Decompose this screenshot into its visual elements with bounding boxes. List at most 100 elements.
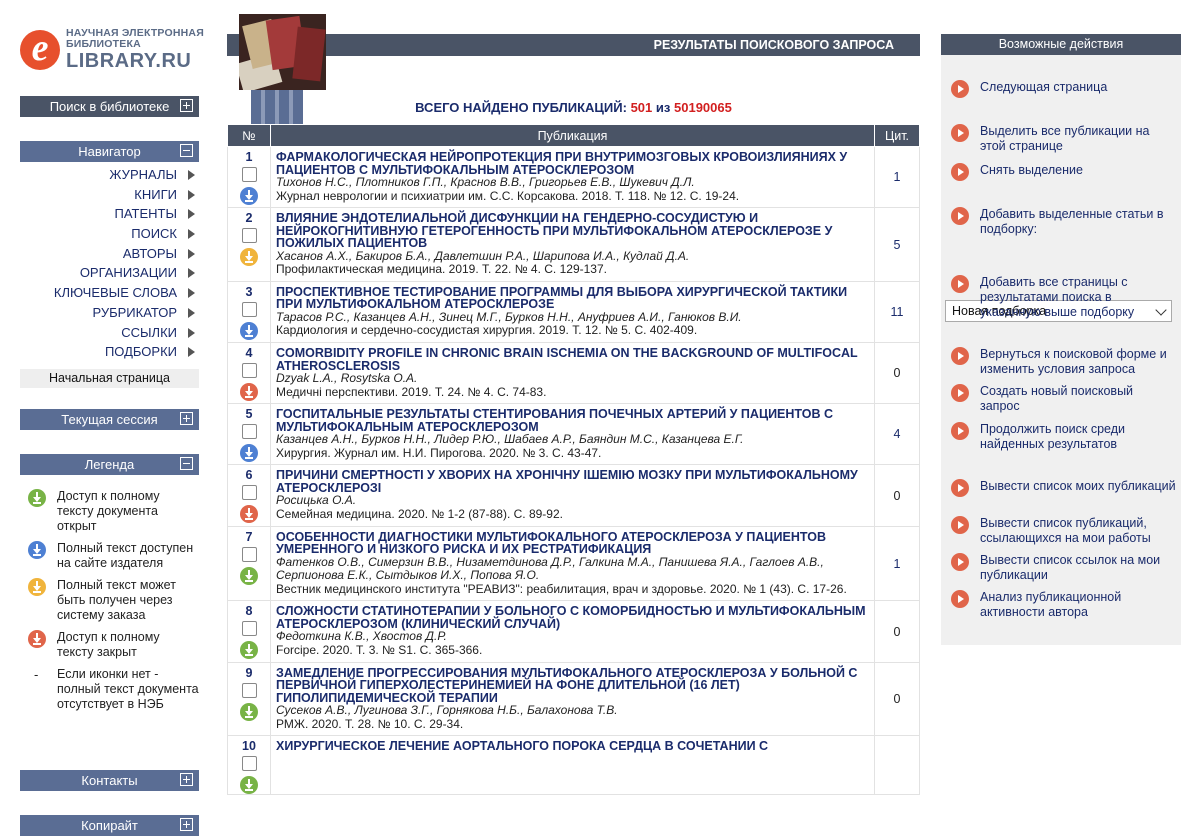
blue-download-icon[interactable] — [240, 444, 258, 463]
nav-item[interactable]: ОРГАНИЗАЦИИ — [20, 263, 199, 283]
current-session-header[interactable]: Текущая сессия — [20, 409, 199, 430]
arrow-right-icon — [951, 590, 969, 608]
red-download-icon[interactable] — [240, 505, 258, 524]
navigator-header[interactable]: Навигатор — [20, 141, 199, 162]
publication-title-link[interactable]: ВЛИЯНИЕ ЭНДОТЕЛИАЛЬНОЙ ДИСФУНКЦИИ НА ГЕН… — [276, 212, 870, 250]
collapse-icon[interactable] — [180, 144, 193, 157]
logo-e-icon: e — [20, 29, 60, 70]
green-download-icon[interactable] — [240, 566, 258, 585]
select-checkbox[interactable] — [241, 167, 257, 182]
citation-count: 0 — [874, 464, 920, 527]
select-checkbox[interactable] — [241, 756, 257, 772]
action-link[interactable]: Продолжить поиск среди найденных результ… — [951, 422, 1176, 452]
publication-authors: Росицька О.А. — [276, 493, 357, 508]
select-checkbox[interactable] — [241, 621, 257, 637]
legend-text: Доступ к полному тексту документа открыт — [57, 489, 160, 533]
action-link[interactable]: Вернуться к поисковой форме и изменить у… — [951, 347, 1176, 377]
publication-title-link[interactable]: ХИРУРГИЧЕСКОЕ ЛЕЧЕНИЕ АОРТАЛЬНОГО ПОРОКА… — [276, 740, 870, 753]
row-number-cell: 7 — [227, 525, 271, 602]
action-link[interactable]: Добавить все страницы с результатами пои… — [951, 275, 1176, 320]
row-number: 7 — [245, 529, 253, 544]
expand-icon[interactable] — [180, 412, 193, 425]
green-download-icon[interactable] — [240, 641, 258, 660]
citation-count[interactable]: 1 — [874, 525, 920, 602]
action-link[interactable]: Следующая страница — [951, 80, 1176, 98]
navigator-list: ЖУРНАЛЫ КНИГИ ПАТЕНТЫ ПОИСК АВТОРЫ ОРГАНИЗАЦИ… — [20, 162, 199, 362]
blue-download-icon[interactable] — [240, 321, 258, 340]
elibrary-logo[interactable]: e НАУЧНАЯ ЭЛЕКТРОННАЯ БИБЛИОТЕКА LIBRARY.… — [20, 24, 205, 74]
green-download-icon[interactable] — [240, 776, 258, 795]
nav-item[interactable]: ПОДБОРКИ — [20, 342, 199, 362]
row-number: 8 — [245, 604, 253, 619]
yellow-download-icon[interactable] — [240, 248, 258, 267]
publication-title-link[interactable]: ФАРМАКОЛОГИЧЕСКАЯ НЕЙРОПРОТЕКЦИЯ ПРИ ВНУ… — [276, 151, 870, 176]
table-row: 8 СЛОЖНОСТИ СТАТИНОТЕРАПИИ У БОЛЬНОГО С К… — [227, 600, 920, 663]
citation-count[interactable]: 11 — [874, 280, 920, 344]
legend-header[interactable]: Легенда — [20, 454, 199, 475]
blue-download-icon[interactable] — [240, 187, 258, 205]
publication-title-link[interactable]: ПРИЧИНИ СМЕРТНОСТІ У ХВОРИХ НА ХРОНІЧНУ … — [276, 469, 870, 494]
action-link[interactable]: Добавить выделенные статьи в подборку: — [951, 207, 1176, 237]
citation-count: 0 — [874, 600, 920, 663]
contacts-header[interactable]: Контакты — [20, 770, 199, 791]
select-checkbox[interactable] — [241, 228, 257, 244]
action-link[interactable]: Создать новый поисковый запрос — [951, 384, 1176, 414]
nav-item[interactable]: КНИГИ — [20, 185, 199, 205]
citation-count[interactable]: 4 — [874, 403, 920, 466]
row-number: 1 — [245, 150, 253, 164]
citation-count[interactable]: 5 — [874, 207, 920, 282]
nav-item[interactable]: ПАТЕНТЫ — [20, 204, 199, 224]
col-num: № — [227, 124, 271, 147]
collapse-icon[interactable] — [180, 457, 193, 470]
select-checkbox[interactable] — [241, 682, 257, 698]
copyright-header[interactable]: Копирайт — [20, 815, 199, 836]
action-link[interactable]: Снять выделение — [951, 163, 1176, 181]
logo-line2: БИБЛИОТЕКА — [66, 38, 141, 50]
action-link[interactable]: Вывести список моих публикаций — [951, 479, 1176, 497]
select-checkbox[interactable] — [241, 424, 257, 440]
yellow-download-icon — [28, 578, 46, 596]
legend-box: Легенда Доступ к полному тексту документ… — [20, 454, 199, 719]
select-checkbox[interactable] — [241, 485, 257, 501]
nav-item[interactable]: РУБРИКАТОР — [20, 303, 199, 323]
nav-item[interactable]: ССЫЛКИ — [20, 323, 199, 343]
nav-item[interactable]: ПОИСК — [20, 224, 199, 244]
expand-icon[interactable] — [180, 818, 193, 831]
publication-source: Профилактическая медицина. 2019. Т. 22. … — [276, 262, 607, 277]
publication-title-link[interactable]: ПРОСПЕКТИВНОЕ ТЕСТИРОВАНИЕ ПРОГРАММЫ ДЛЯ… — [276, 286, 870, 311]
publication-title-link[interactable]: ГОСПИТАЛЬНЫЕ РЕЗУЛЬТАТЫ СТЕНТИРОВАНИЯ ПО… — [276, 408, 870, 433]
expand-icon[interactable] — [180, 99, 193, 112]
red-download-icon[interactable] — [240, 383, 258, 402]
contacts-box: Контакты — [20, 770, 199, 791]
citation-count[interactable]: 1 — [874, 145, 920, 209]
action-link[interactable]: Вывести список ссылок на мои публикации — [951, 553, 1176, 583]
nav-item[interactable]: АВТОРЫ — [20, 244, 199, 264]
select-checkbox[interactable] — [241, 363, 257, 379]
citation-count — [874, 735, 920, 796]
select-checkbox[interactable] — [241, 301, 257, 317]
table-row: 1 ФАРМАКОЛОГИЧЕСКАЯ НЕЙРОПРОТЕКЦИЯ ПРИ ВН… — [227, 145, 920, 209]
arrow-right-icon — [951, 553, 969, 571]
dash-icon: - — [34, 667, 39, 682]
home-page-link[interactable]: Начальная страница — [20, 368, 199, 388]
publication-cell: ОСОБЕННОСТИ ДИАГНОСТИКИ МУЛЬТИФОКАЛЬНОГО… — [270, 525, 875, 602]
expand-icon[interactable] — [180, 773, 193, 786]
table-row: 6 ПРИЧИНИ СМЕРТНОСТІ У ХВОРИХ НА ХРОНІЧНУ… — [227, 464, 920, 527]
logo-brand: LIBRARY.RU — [66, 50, 192, 72]
action-link[interactable]: Вывести список публикаций, ссылающихся н… — [951, 516, 1176, 546]
select-checkbox[interactable] — [241, 546, 257, 562]
publication-title-link[interactable]: ЗАМЕДЛЕНИЕ ПРОГРЕССИРОВАНИЯ МУЛЬТИФОКАЛЬ… — [276, 666, 870, 705]
publication-title-link[interactable]: ОСОБЕННОСТИ ДИАГНОСТИКИ МУЛЬТИФОКАЛЬНОГО… — [276, 530, 870, 556]
copyright-box: Копирайт — [20, 815, 199, 836]
publication-title-link[interactable]: COMORBIDITY PROFILE IN CHRONIC BRAIN ISC… — [276, 347, 870, 372]
publication-cell: COMORBIDITY PROFILE IN CHRONIC BRAIN ISC… — [270, 342, 875, 405]
action-link[interactable]: Выделить все публикации на этой странице — [951, 124, 1176, 154]
legend-item: Полный текст может быть получен через си… — [20, 578, 199, 623]
nav-item[interactable]: КЛЮЧЕВЫЕ СЛОВА — [20, 283, 199, 303]
green-download-icon[interactable] — [240, 702, 258, 721]
results-table: № Публикация Цит. 1 ФАРМАКОЛОГИЧЕСКАЯ НЕЙ… — [227, 124, 920, 796]
nav-item[interactable]: ЖУРНАЛЫ — [20, 165, 199, 185]
action-link[interactable]: Анализ публикационной активности автора — [951, 590, 1176, 620]
search-library-header[interactable]: Поиск в библиотеке — [20, 96, 199, 117]
publication-title-link[interactable]: СЛОЖНОСТИ СТАТИНОТЕРАПИИ У БОЛЬНОГО С КО… — [276, 605, 870, 630]
